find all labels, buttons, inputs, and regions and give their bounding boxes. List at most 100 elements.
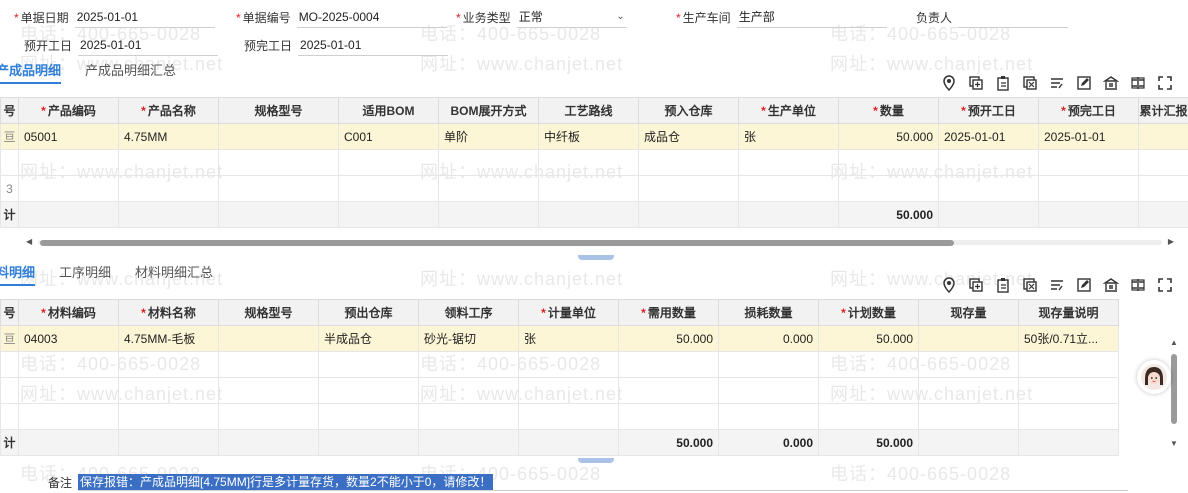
fullscreen-icon[interactable] bbox=[1156, 74, 1174, 92]
scroll-right-icon[interactable]: ▶ bbox=[1168, 237, 1174, 246]
sort-icon[interactable] bbox=[1048, 74, 1066, 92]
table-cell[interactable]: 中纤板 bbox=[538, 123, 639, 150]
biz-type-select[interactable]: 正常 ⌄ bbox=[516, 6, 627, 28]
table-cell[interactable] bbox=[118, 377, 219, 404]
table-cell[interactable] bbox=[1018, 351, 1119, 378]
table-cell[interactable] bbox=[938, 149, 1039, 176]
table-cell[interactable]: 4.75MM bbox=[118, 123, 219, 150]
column-header[interactable]: 累计汇报 bbox=[1138, 97, 1188, 124]
table-cell[interactable]: 05001 bbox=[18, 123, 119, 150]
table-cell[interactable] bbox=[18, 377, 119, 404]
split-icon[interactable] bbox=[1129, 276, 1147, 294]
table-cell[interactable] bbox=[838, 175, 939, 202]
table-cell[interactable] bbox=[1138, 123, 1188, 150]
table-cell[interactable] bbox=[918, 351, 1019, 378]
table-cell[interactable] bbox=[738, 149, 839, 176]
table-cell[interactable]: 50.000 bbox=[838, 123, 939, 150]
tab-material-summary[interactable]: 材料明细汇总 bbox=[135, 262, 225, 286]
split-icon[interactable] bbox=[1129, 74, 1147, 92]
doc-date-field[interactable]: * 单据日期 2025-01-01 bbox=[14, 6, 215, 28]
biz-type-field[interactable]: * 业务类型 正常 ⌄ bbox=[456, 6, 627, 28]
tab-product-summary[interactable]: 产成品明细汇总 bbox=[85, 60, 188, 84]
scroll-up-icon[interactable]: ▲ bbox=[1170, 338, 1178, 347]
table-cell[interactable] bbox=[418, 351, 519, 378]
bank-icon[interactable] bbox=[1102, 276, 1120, 294]
column-header[interactable]: 适用BOM bbox=[338, 97, 439, 124]
tab-material-detail[interactable]: 料明细 bbox=[0, 262, 47, 286]
table-row[interactable]: 亘 04003 4.75MM-毛板 半成品仓 砂光-锯切张 50.000 0.000 50.0… bbox=[0, 325, 1119, 352]
table-cell[interactable] bbox=[718, 403, 819, 430]
edit-icon[interactable] bbox=[1075, 276, 1093, 294]
table-cell[interactable] bbox=[818, 377, 919, 404]
table-cell[interactable] bbox=[118, 403, 219, 430]
table-cell[interactable]: 50张/0.71立... bbox=[1018, 325, 1119, 352]
table-cell[interactable] bbox=[338, 149, 439, 176]
column-header[interactable]: 号 bbox=[0, 97, 19, 124]
table-cell[interactable] bbox=[1018, 377, 1119, 404]
material-vscrollbar[interactable]: ▲ ▼ bbox=[1170, 338, 1178, 448]
pane-splitter-bottom[interactable] bbox=[578, 458, 614, 463]
delete-row-icon[interactable] bbox=[1021, 74, 1039, 92]
table-cell[interactable] bbox=[118, 175, 219, 202]
table-row[interactable] bbox=[0, 351, 1119, 378]
workshop-field[interactable]: * 生产车间 生产部 bbox=[676, 6, 887, 28]
column-header[interactable]: * 材料名称 bbox=[118, 299, 219, 326]
table-cell[interactable]: 成品仓 bbox=[638, 123, 739, 150]
plan-end-field[interactable]: 预完工日 2025-01-01 bbox=[244, 34, 449, 56]
column-header[interactable]: 规格型号 bbox=[218, 97, 339, 124]
table-cell[interactable]: 50.000 bbox=[818, 325, 919, 352]
table-cell[interactable] bbox=[638, 149, 739, 176]
table-cell[interactable] bbox=[218, 123, 339, 150]
table-cell[interactable] bbox=[1038, 149, 1139, 176]
table-cell[interactable] bbox=[218, 325, 319, 352]
copy-row-icon[interactable] bbox=[967, 276, 985, 294]
table-cell[interactable] bbox=[918, 403, 1019, 430]
column-header[interactable]: * 预完工日 bbox=[1038, 97, 1139, 124]
table-cell[interactable] bbox=[418, 377, 519, 404]
column-header[interactable]: * 产品名称 bbox=[118, 97, 219, 124]
column-header[interactable]: 领料工序 bbox=[418, 299, 519, 326]
copy-row-icon[interactable] bbox=[967, 74, 985, 92]
column-header[interactable]: * 计划数量 bbox=[818, 299, 919, 326]
table-cell[interactable] bbox=[118, 149, 219, 176]
scroll-left-icon[interactable]: ◀ bbox=[26, 237, 32, 246]
tab-process-detail[interactable]: 工序明细 bbox=[59, 262, 123, 286]
table-cell[interactable] bbox=[18, 351, 119, 378]
table-cell[interactable]: 2025-01-01 bbox=[938, 123, 1039, 150]
table-cell[interactable] bbox=[518, 351, 619, 378]
table-cell[interactable] bbox=[538, 175, 639, 202]
table-cell[interactable] bbox=[218, 149, 339, 176]
table-cell[interactable] bbox=[218, 403, 319, 430]
pane-splitter-top[interactable] bbox=[578, 255, 614, 260]
sort-icon[interactable] bbox=[1048, 276, 1066, 294]
table-cell[interactable]: 04003 bbox=[18, 325, 119, 352]
scroll-thumb[interactable] bbox=[40, 240, 954, 246]
column-header[interactable]: 损耗数量 bbox=[718, 299, 819, 326]
table-cell[interactable] bbox=[618, 351, 719, 378]
table-cell[interactable] bbox=[738, 175, 839, 202]
table-row[interactable] bbox=[0, 403, 1119, 430]
table-cell[interactable] bbox=[718, 351, 819, 378]
table-cell[interactable] bbox=[1138, 175, 1188, 202]
table-cell[interactable]: 砂光-锯切 bbox=[418, 325, 519, 352]
table-cell[interactable] bbox=[838, 149, 939, 176]
column-header[interactable]: BOM展开方式 bbox=[438, 97, 539, 124]
bank-icon[interactable] bbox=[1102, 74, 1120, 92]
table-cell[interactable] bbox=[318, 403, 419, 430]
table-cell[interactable] bbox=[818, 351, 919, 378]
column-header[interactable]: * 产品编码 bbox=[18, 97, 119, 124]
table-cell[interactable] bbox=[518, 377, 619, 404]
table-cell[interactable]: 单阶 bbox=[438, 123, 539, 150]
table-row[interactable] bbox=[0, 377, 1119, 404]
table-cell[interactable] bbox=[1138, 149, 1188, 176]
table-cell[interactable] bbox=[438, 149, 539, 176]
table-cell[interactable] bbox=[218, 175, 339, 202]
table-cell[interactable] bbox=[618, 377, 719, 404]
table-row[interactable] bbox=[0, 149, 1188, 176]
table-cell[interactable] bbox=[538, 149, 639, 176]
column-header[interactable]: * 生产单位 bbox=[738, 97, 839, 124]
fullscreen-icon[interactable] bbox=[1156, 276, 1174, 294]
location-icon[interactable] bbox=[940, 74, 958, 92]
table-cell[interactable] bbox=[118, 351, 219, 378]
table-cell[interactable]: 2025-01-01 bbox=[1038, 123, 1139, 150]
